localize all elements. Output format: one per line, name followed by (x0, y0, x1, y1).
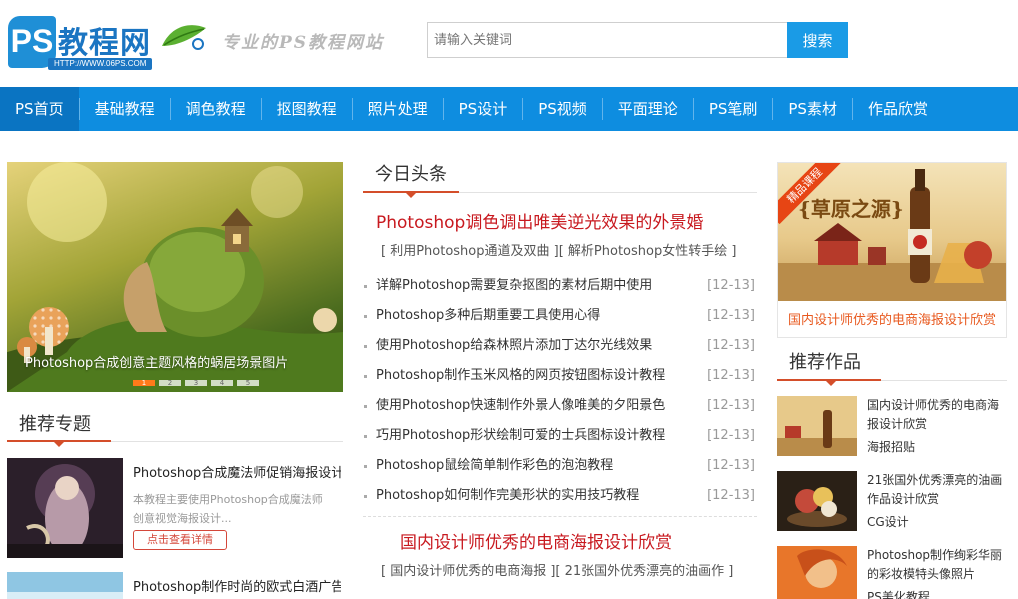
site-logo[interactable]: PS 教程网 HTTP://WWW.06PS.COM (8, 14, 213, 72)
slider-dot[interactable]: 5 (237, 380, 259, 387)
headline-sublinks[interactable]: [ 利用Photoshop通道及双曲 ][ 解析Photoshop女性转手绘 ] (381, 240, 736, 259)
headline-link[interactable]: Photoshop调色调出唯美逆光效果的外景婚 (376, 208, 703, 233)
search-input[interactable] (427, 22, 787, 58)
leaf-icon (162, 25, 206, 50)
news-item[interactable]: 巧用Photoshop形状绘制可爱的士兵图标设计教程 [12-13] (363, 421, 757, 451)
search-button[interactable]: 搜索 (787, 22, 848, 58)
news-item-date: [12-13] (707, 368, 755, 383)
featured-item-thumbnail[interactable] (7, 458, 123, 558)
works-arrow (826, 381, 836, 386)
news-item-title[interactable]: Photoshop制作玉米风格的网页按钮图标设计教程 (376, 368, 665, 383)
work-item-thumbnail[interactable] (777, 396, 857, 456)
featured-item-title[interactable]: Photoshop合成魔法师促销海报设计 (133, 462, 341, 481)
work-item[interactable]: 21张国外优秀漂亮的油画作品设计欣赏 CG设计 (777, 471, 1007, 533)
work-item-title[interactable]: Photoshop制作绚彩华丽的彩妆模特头像照片 (867, 546, 1007, 584)
news-item[interactable]: Photoshop制作玉米风格的网页按钮图标设计教程 [12-13] (363, 361, 757, 391)
featured-item-thumbnail[interactable] (7, 572, 123, 599)
news-item-date: [12-13] (707, 488, 755, 503)
news-item-title[interactable]: Photoshop多种后期重要工具使用心得 (376, 308, 600, 323)
featured-section-title: 推荐专题 (19, 414, 91, 435)
featured-item-title[interactable]: Photoshop制作时尚的欧式白酒广告 (133, 576, 341, 595)
news-divider (363, 516, 757, 517)
nav-item[interactable]: 照片处理 (353, 87, 443, 131)
news-item[interactable]: 使用Photoshop快速制作外景人像唯美的夕阳景色 [12-13] (363, 391, 757, 421)
site-header: PS 教程网 HTTP://WWW.06PS.COM 专业的PS教程网站 搜索 (0, 0, 1018, 87)
slider-dot[interactable]: 3 (185, 380, 207, 387)
news-item-title[interactable]: 使用Photoshop给森林照片添加丁达尔光线效果 (376, 338, 652, 353)
nav-item[interactable]: PS设计 (444, 87, 523, 131)
work-item-tag[interactable]: CG设计 (867, 513, 909, 530)
nav-item[interactable]: 基础教程 (80, 87, 170, 131)
today-arrow (406, 193, 416, 198)
work-item-tag[interactable]: 海报招贴 (867, 438, 915, 455)
slider-caption[interactable]: Photoshop合成创意主题风格的蜗居场景图片 (25, 352, 288, 371)
nav-item[interactable]: 抠图教程 (262, 87, 352, 131)
news-item[interactable]: 详解Photoshop需要复杂抠图的素材后期中使用 [12-13] (363, 271, 757, 301)
work-item-title[interactable]: 21张国外优秀漂亮的油画作品设计欣赏 (867, 471, 1007, 509)
slider-dot[interactable]: 1 (133, 380, 155, 387)
featured-arrow (54, 442, 64, 447)
news-item[interactable]: Photoshop多种后期重要工具使用心得 [12-13] (363, 301, 757, 331)
nav-item[interactable]: 作品欣赏 (853, 87, 943, 131)
news-list: 详解Photoshop需要复杂抠图的素材后期中使用 [12-13] Photosho… (363, 271, 757, 511)
news-item-date: [12-13] (707, 338, 755, 353)
news-item-title[interactable]: Photoshop鼠绘简单制作彩色的泡泡教程 (376, 458, 613, 473)
news-item-title[interactable]: 使用Photoshop快速制作外景人像唯美的夕阳景色 (376, 398, 665, 413)
view-details-button[interactable]: 点击查看详情 (133, 530, 227, 550)
nav-item[interactable]: PS素材 (773, 87, 852, 131)
work-item-title[interactable]: 国内设计师优秀的电商海报设计欣赏 (867, 396, 1007, 434)
nav-item[interactable]: PS视频 (523, 87, 602, 131)
logo-url: HTTP://WWW.06PS.COM (48, 58, 153, 70)
work-item-thumbnail[interactable] (777, 546, 857, 599)
news-item[interactable]: 使用Photoshop给森林照片添加丁达尔光线效果 [12-13] (363, 331, 757, 361)
featured-item[interactable]: Photoshop制作时尚的欧式白酒广告 (7, 572, 343, 599)
slider-dot[interactable]: 4 (211, 380, 233, 387)
news-item[interactable]: Photoshop如何制作完美形状的实用技巧教程 [12-13] (363, 481, 757, 511)
news-item-date: [12-13] (707, 428, 755, 443)
nav-item[interactable]: 平面理论 (603, 87, 693, 131)
news-item-date: [12-13] (707, 398, 755, 413)
nav-item[interactable]: 调色教程 (171, 87, 261, 131)
hero-slider[interactable]: Photoshop合成创意主题风格的蜗居场景图片 12345 (7, 162, 343, 392)
featured-item-desc: 本教程主要使用Photoshop合成魔法师创意视觉海报设计... (133, 493, 323, 525)
today-section-title: 今日头条 (375, 164, 447, 185)
nav-item[interactable]: PS首页 (0, 87, 79, 131)
work-item-thumbnail[interactable] (777, 471, 857, 531)
news-item[interactable]: Photoshop鼠绘简单制作彩色的泡泡教程 [12-13] (363, 451, 757, 481)
work-item-tag[interactable]: PS美化教程 (867, 588, 930, 599)
works-section-title: 推荐作品 (789, 352, 861, 373)
site-slogan: 专业的PS教程网站 (222, 33, 385, 53)
main-nav: PS首页 基础教程 调色教程 抠图教程 照片处理 PS设计 PS视频 平面理论 PS笔刷 PS素材… (0, 87, 1018, 131)
promo-ad-caption[interactable]: 国内设计师优秀的电商海报设计欣赏 (778, 309, 1006, 328)
news-item-title[interactable]: 巧用Photoshop形状绘制可爱的士兵图标设计教程 (376, 428, 665, 443)
news-item-title[interactable]: Photoshop如何制作完美形状的实用技巧教程 (376, 488, 639, 503)
promo-ad[interactable]: 精品课程 {草原之源} 国内设计师优秀的电商海报设计欣赏 (777, 162, 1007, 338)
headline-link-secondary[interactable]: 国内设计师优秀的电商海报设计欣赏 (400, 528, 672, 553)
headline-sublinks-secondary[interactable]: [ 国内设计师优秀的电商海报 ][ 21张国外优秀漂亮的油画作 ] (381, 560, 733, 579)
slider-pagination: 12345 (133, 380, 259, 387)
featured-item[interactable]: Photoshop合成魔法师促销海报设计 本教程主要使用Photoshop合成魔… (7, 458, 343, 558)
news-item-date: [12-13] (707, 458, 755, 473)
slider-dot[interactable]: 2 (159, 380, 181, 387)
work-item[interactable]: 国内设计师优秀的电商海报设计欣赏 海报招贴 (777, 396, 1007, 458)
promo-ad-image[interactable]: 精品课程 {草原之源} (778, 163, 1006, 301)
news-item-date: [12-13] (707, 278, 755, 293)
logo-name: 教程网 (58, 26, 151, 61)
nav-item[interactable]: PS笔刷 (694, 87, 773, 131)
work-item[interactable]: Photoshop制作绚彩华丽的彩妆模特头像照片 PS美化教程 (777, 546, 1007, 599)
news-item-title[interactable]: 详解Photoshop需要复杂抠图的素材后期中使用 (376, 278, 652, 293)
promo-poster-title: {草原之源} (798, 197, 904, 221)
news-item-date: [12-13] (707, 308, 755, 323)
